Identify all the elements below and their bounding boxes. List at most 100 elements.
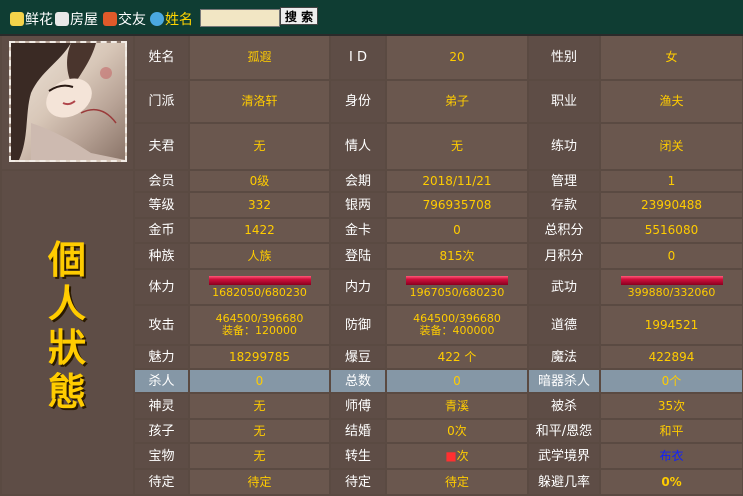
value-monthly-points: 0 xyxy=(601,244,742,268)
value-stamina: 1682050/680230 xyxy=(190,270,329,304)
value-admin: 1 xyxy=(601,171,742,191)
martial-arts-bar xyxy=(620,275,723,285)
value-deity: 无 xyxy=(190,394,329,418)
nav-friends[interactable]: 交友 xyxy=(103,9,146,29)
label-dodge-rate: 躲避几率 xyxy=(529,470,599,494)
label-identity: 身份 xyxy=(331,81,385,122)
value-charm: 18299785 xyxy=(190,346,329,368)
status-title-char: 態 xyxy=(47,369,86,414)
stamina-bar xyxy=(208,275,311,285)
value-treasure: 无 xyxy=(190,444,329,468)
label-peace-feud: 和平/恩怨 xyxy=(529,420,599,442)
label-deposit: 存款 xyxy=(529,193,599,217)
nav-name[interactable]: 姓名 xyxy=(150,9,193,29)
value-pending-1: 待定 xyxy=(190,470,329,494)
value-identity: 弟子 xyxy=(387,81,527,122)
label-inner-power: 内力 xyxy=(331,270,385,304)
label-silver: 银两 xyxy=(331,193,385,217)
label-gender: 性别 xyxy=(529,36,599,79)
label-training: 练功 xyxy=(529,124,599,169)
nav-label: 鲜花 xyxy=(25,12,53,28)
label-level: 等级 xyxy=(135,193,188,217)
label-total: 总数 xyxy=(331,370,385,392)
label-id: I D xyxy=(331,36,385,79)
value-pending-2: 待定 xyxy=(387,470,527,494)
value-beans: 422 个 xyxy=(387,346,527,368)
label-kills: 杀人 xyxy=(135,370,188,392)
search-button[interactable]: 搜 索 xyxy=(280,7,318,25)
value-inner-power: 1967050/680230 xyxy=(387,270,527,304)
label-charm: 魅力 xyxy=(135,346,188,368)
flower-icon xyxy=(10,12,24,26)
label-martial-realm: 武学境界 xyxy=(529,444,599,468)
label-logins: 登陆 xyxy=(331,244,385,268)
avatar-cell xyxy=(2,36,133,169)
value-martial-realm: 布衣 xyxy=(601,444,742,468)
value-deposit: 23990488 xyxy=(601,193,742,217)
value-gender: 女 xyxy=(601,36,742,79)
value-level: 332 xyxy=(190,193,329,217)
avatar xyxy=(9,41,127,162)
label-beans: 爆豆 xyxy=(331,346,385,368)
search-input[interactable] xyxy=(200,9,280,27)
label-admin: 管理 xyxy=(529,171,599,191)
label-name: 姓名 xyxy=(135,36,188,79)
value-name: 孤遐 xyxy=(190,36,329,79)
label-lover: 情人 xyxy=(331,124,385,169)
label-magic: 魔法 xyxy=(529,346,599,368)
status-title-cell: 個 人 狀 態 xyxy=(2,171,133,494)
value-total: 0 xyxy=(387,370,527,392)
value-member: 0级 xyxy=(190,171,329,191)
label-defense: 防御 xyxy=(331,306,385,344)
label-children: 孩子 xyxy=(135,420,188,442)
label-gold: 金币 xyxy=(135,219,188,242)
label-profession: 职业 xyxy=(529,81,599,122)
label-morality: 道德 xyxy=(529,306,599,344)
value-total-points: 5516080 xyxy=(601,219,742,242)
martial-arts-text: 399880/332060 xyxy=(627,285,716,299)
nav-label: 交友 xyxy=(118,12,146,28)
value-dodge-rate: 0% xyxy=(601,470,742,494)
value-training: 闭关 xyxy=(601,124,742,169)
label-attack: 攻击 xyxy=(135,306,188,344)
label-rebirth: 转生 xyxy=(331,444,385,468)
label-pending-1: 待定 xyxy=(135,470,188,494)
label-monthly-points: 月积分 xyxy=(529,244,599,268)
value-killed: 35次 xyxy=(601,394,742,418)
label-treasure: 宝物 xyxy=(135,444,188,468)
value-morality: 1994521 xyxy=(601,306,742,344)
rebirth-text: 次 xyxy=(456,448,469,463)
nav-flowers[interactable]: 鲜花 xyxy=(10,9,53,29)
label-deity: 神灵 xyxy=(135,394,188,418)
label-marriages: 结婚 xyxy=(331,420,385,442)
label-sect: 门派 xyxy=(135,81,188,122)
status-title-char: 人 xyxy=(47,281,86,326)
value-children: 无 xyxy=(190,420,329,442)
value-logins: 815次 xyxy=(387,244,527,268)
value-martial-arts: 399880/332060 xyxy=(601,270,742,304)
label-hidden-weapon-kills: 暗器杀人 xyxy=(529,370,599,392)
label-stamina: 体力 xyxy=(135,270,188,304)
label-pending-2: 待定 xyxy=(331,470,385,494)
value-master: 青溪 xyxy=(387,394,527,418)
label-member-period: 会期 xyxy=(331,171,385,191)
status-title-char: 個 xyxy=(47,237,86,282)
attack-equip-text: 装备：120000 xyxy=(222,324,297,337)
value-attack: 464500/396680 装备：120000 xyxy=(190,306,329,344)
gift-icon xyxy=(103,12,117,26)
value-sect: 清洛轩 xyxy=(190,81,329,122)
portrait-illustration xyxy=(11,43,125,160)
label-member: 会员 xyxy=(135,171,188,191)
label-martial-arts: 武功 xyxy=(529,270,599,304)
value-member-period: 2018/11/21 xyxy=(387,171,527,191)
value-kills: 0 xyxy=(190,370,329,392)
value-husband: 无 xyxy=(190,124,329,169)
value-gold-card: 0 xyxy=(387,219,527,242)
value-silver: 796935708 xyxy=(387,193,527,217)
house-icon xyxy=(55,12,69,26)
inner-power-text: 1967050/680230 xyxy=(409,285,505,299)
label-killed: 被杀 xyxy=(529,394,599,418)
top-nav-bar: 鲜花 房屋 交友 姓名 搜 索 xyxy=(0,0,743,36)
nav-house[interactable]: 房屋 xyxy=(55,9,98,29)
value-peace-feud: 和平 xyxy=(601,420,742,442)
